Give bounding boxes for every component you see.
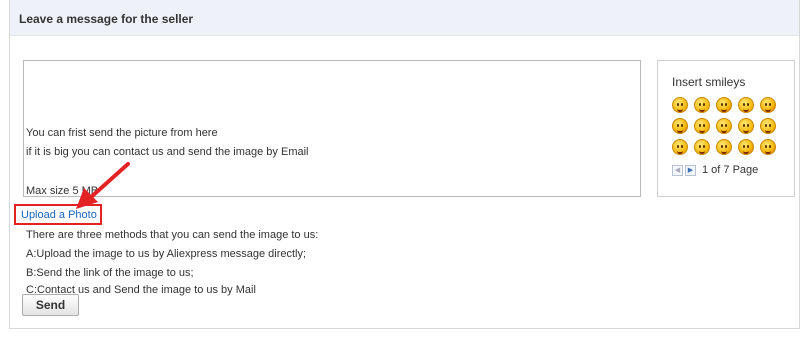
wink-face-icon[interactable] <box>694 97 710 113</box>
cool-face-icon[interactable] <box>716 118 732 134</box>
tongue-face-icon[interactable] <box>716 97 732 113</box>
kiss-face-icon[interactable] <box>694 139 710 155</box>
hug-face-icon[interactable] <box>760 97 776 113</box>
smileys-pager: ◀ ▶ 1 of 7 Page <box>672 163 758 177</box>
info-line: A:Upload the image to us by Aliexpress m… <box>26 248 307 260</box>
annotation-arrow-icon <box>76 162 130 209</box>
info-line: B:Send the link of the image to us; <box>26 267 194 279</box>
chevron-left-icon[interactable]: ◀ <box>672 164 683 176</box>
panel-header: Leave a message for the seller <box>10 0 799 36</box>
message-text-line: You can frist send the picture from here <box>26 127 218 139</box>
smile-face-icon[interactable] <box>672 97 688 113</box>
smileys-title: Insert smileys <box>672 75 746 89</box>
smiley-grid <box>672 97 782 155</box>
grin-face-icon[interactable] <box>694 118 710 134</box>
surprise-face-icon[interactable] <box>738 139 754 155</box>
smileys-panel: Insert smileys ◀ ▶ 1 of 7 Page <box>657 60 795 197</box>
cry-face-icon[interactable] <box>672 139 688 155</box>
shy-face-icon[interactable] <box>738 118 754 134</box>
love-face-icon[interactable] <box>760 139 776 155</box>
message-text-line: if it is big you can contact us and send… <box>26 146 309 158</box>
panel-title: Leave a message for the seller <box>19 12 194 26</box>
send-button[interactable]: Send <box>22 294 79 316</box>
chevron-right-icon[interactable]: ▶ <box>685 164 696 176</box>
shout-face-icon[interactable] <box>672 118 688 134</box>
upload-photo-link[interactable]: Upload a Photo <box>21 209 97 221</box>
devil-face-icon[interactable] <box>716 139 732 155</box>
pager-text: 1 of 7 Page <box>702 164 759 176</box>
sleepy-face-icon[interactable] <box>760 118 776 134</box>
laugh-face-icon[interactable] <box>738 97 754 113</box>
info-line: There are three methods that you can sen… <box>26 229 319 241</box>
